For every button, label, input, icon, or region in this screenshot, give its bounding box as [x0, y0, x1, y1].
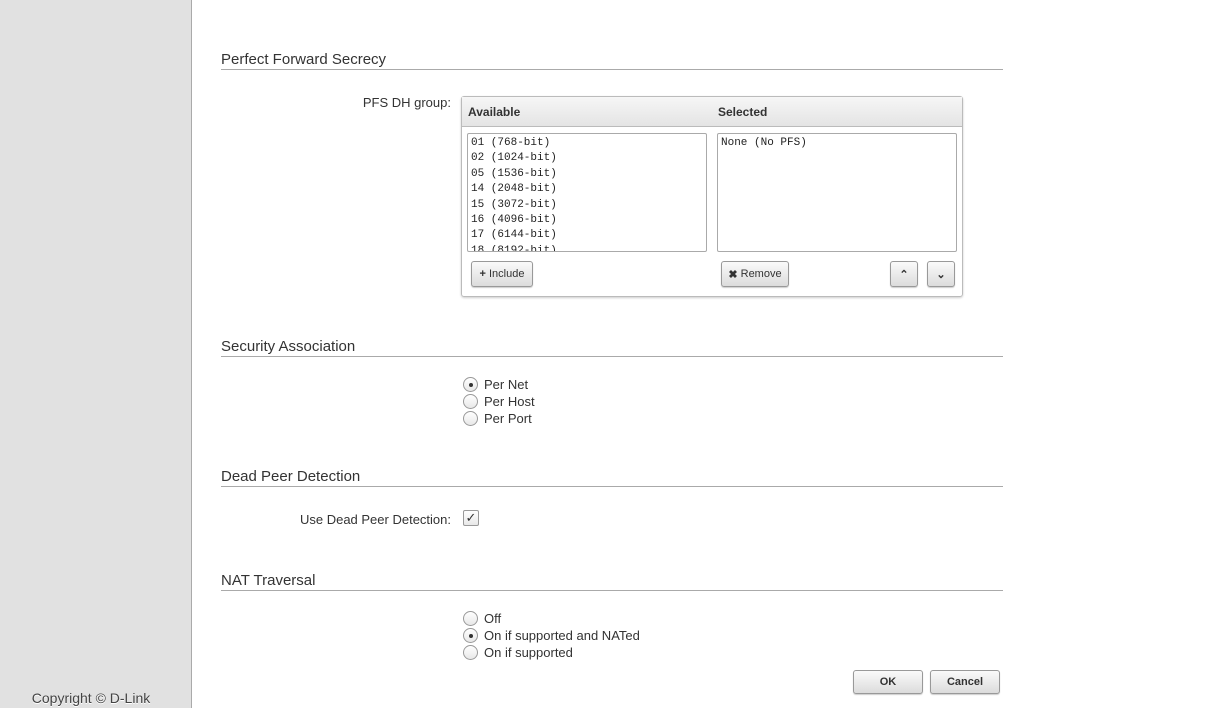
dpd-label: Use Dead Peer Detection:	[299, 512, 451, 527]
list-item[interactable]: 18 (8192-bit)	[471, 244, 703, 251]
pfs-dh-group-label: PFS DH group:	[362, 95, 451, 110]
checkmark-icon: ✓	[465, 510, 477, 525]
chevron-down-icon: ⌄	[936, 268, 946, 281]
copyright: Copyright © D-Link	[31, 690, 151, 706]
section-dead-peer-detection: Dead Peer Detection	[221, 468, 1003, 487]
list-item[interactable]: 01 (768-bit)	[471, 136, 703, 151]
radio-nat-on-if-natted[interactable]: On if supported and NATed	[463, 628, 640, 643]
list-item[interactable]: 17 (6144-bit)	[471, 228, 703, 243]
radio-nat-off[interactable]: Off	[463, 611, 501, 626]
radio-per-port[interactable]: Per Port	[463, 411, 532, 426]
remove-button[interactable]: ✖ Remove	[721, 261, 789, 287]
chevron-up-icon: ⌃	[899, 268, 909, 281]
selected-header: Selected	[718, 105, 768, 119]
list-item[interactable]: None (No PFS)	[721, 136, 953, 151]
radio-icon	[463, 394, 478, 409]
x-icon: ✖	[728, 268, 738, 281]
radio-checked-icon	[463, 377, 478, 392]
sidebar: Copyright © D-Link	[0, 0, 192, 708]
radio-nat-on-if-supported[interactable]: On if supported	[463, 645, 573, 660]
available-list[interactable]: 01 (768-bit) 02 (1024-bit) 05 (1536-bit)…	[467, 133, 707, 252]
list-item[interactable]: 05 (1536-bit)	[471, 167, 703, 182]
move-up-button[interactable]: ⌃	[890, 261, 918, 287]
radio-per-net[interactable]: Per Net	[463, 377, 528, 392]
dpd-checkbox[interactable]: ✓	[463, 510, 479, 526]
plus-icon: +	[479, 268, 486, 280]
cancel-button[interactable]: Cancel	[930, 670, 1000, 694]
list-item[interactable]: 15 (3072-bit)	[471, 198, 703, 213]
available-header: Available	[468, 105, 521, 119]
selected-list[interactable]: None (No PFS)	[717, 133, 957, 252]
list-item[interactable]: 02 (1024-bit)	[471, 151, 703, 166]
radio-icon	[463, 411, 478, 426]
pfs-dh-group-selector: Available Selected 01 (768-bit) 02 (1024-…	[461, 96, 963, 297]
radio-icon	[463, 611, 478, 626]
section-nat-traversal: NAT Traversal	[221, 572, 1003, 591]
section-pfs: Perfect Forward Secrecy	[221, 51, 1003, 70]
radio-checked-icon	[463, 628, 478, 643]
radio-per-host[interactable]: Per Host	[463, 394, 535, 409]
section-security-association: Security Association	[221, 338, 1003, 357]
list-item[interactable]: 16 (4096-bit)	[471, 213, 703, 228]
move-down-button[interactable]: ⌄	[927, 261, 955, 287]
list-item[interactable]: 14 (2048-bit)	[471, 182, 703, 197]
radio-icon	[463, 645, 478, 660]
ok-button[interactable]: OK	[853, 670, 923, 694]
include-button[interactable]: + Include	[471, 261, 533, 287]
